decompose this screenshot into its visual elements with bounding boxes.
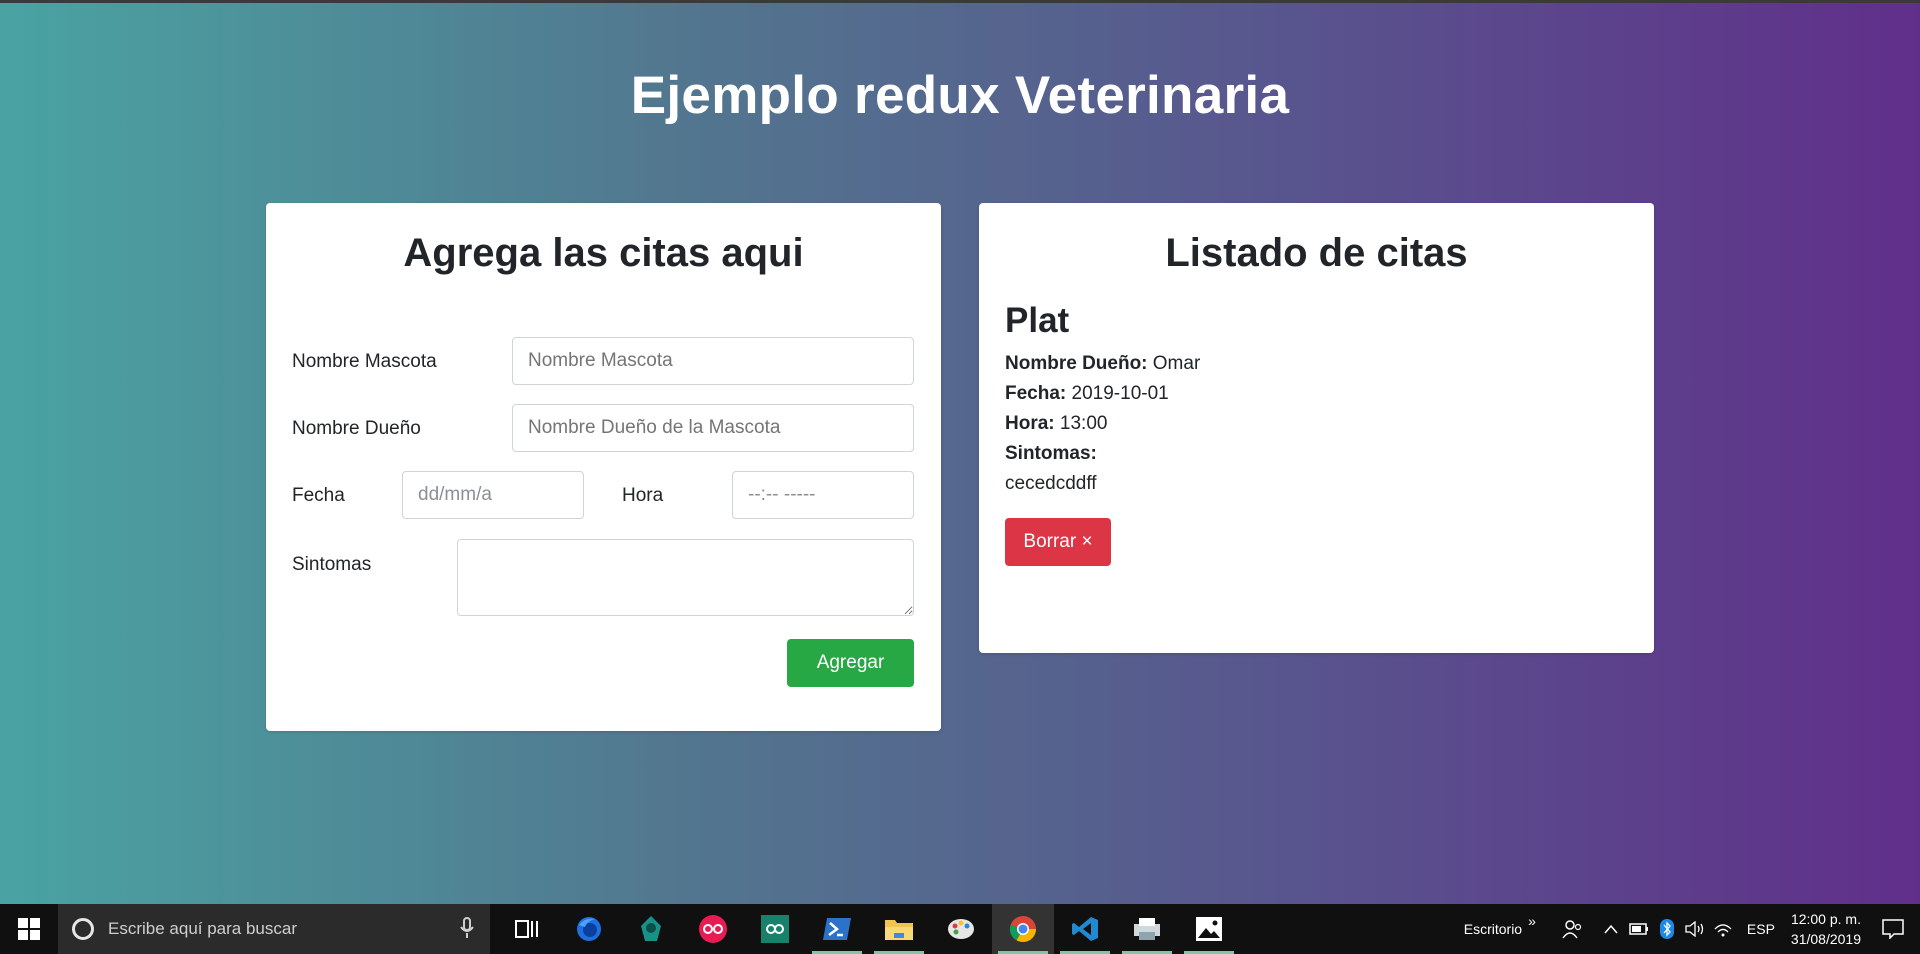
time-label: Hora: [622, 485, 664, 506]
toolbar-chevron-icon[interactable]: »: [1528, 913, 1536, 929]
appointment-symptoms-row: Sintomas:: [1005, 443, 1097, 465]
owner-name-label: Nombre Dueño: [292, 418, 421, 439]
taskbar-apps: [496, 904, 1240, 954]
taskbar: Escribe aquí para buscar Escritorio » ES…: [0, 904, 1920, 954]
photos-icon: [1196, 917, 1222, 941]
page: Ejemplo redux Veterinaria Agrega las cit…: [0, 3, 1920, 904]
misc-app[interactable]: [1116, 904, 1178, 954]
photos-app[interactable]: [1178, 904, 1240, 954]
time-value: 13:00: [1059, 413, 1108, 434]
appointment-list-card: Listado de citas Plat Nombre Dueño: Omar…: [979, 203, 1654, 653]
appointment-pet-name: Plat: [1005, 301, 1070, 340]
search-placeholder: Escribe aquí para buscar: [108, 919, 297, 938]
date-value: 2019-10-01: [1071, 383, 1169, 404]
firefox-icon: [577, 917, 601, 941]
gitkraken-icon: [641, 916, 661, 941]
wifi-icon[interactable]: [1712, 921, 1734, 937]
owner-key: Nombre Dueño:: [1005, 353, 1148, 374]
firefox-app[interactable]: [558, 904, 620, 954]
app-title: Ejemplo redux Veterinaria: [630, 66, 1290, 125]
appointment-date-row: Fecha: 2019-10-01: [1005, 383, 1169, 405]
owner-name-input[interactable]: [512, 404, 914, 452]
appointment-time-row: Hora: 13:00: [1005, 413, 1107, 435]
desktop-toolbar-label[interactable]: Escritorio: [1464, 921, 1522, 937]
vscode-app[interactable]: [1054, 904, 1116, 954]
gitkraken-app[interactable]: [620, 904, 682, 954]
time-input[interactable]: --:-- -----: [732, 471, 914, 519]
language-indicator[interactable]: ESP: [1747, 921, 1775, 937]
owner-value: Omar: [1152, 353, 1201, 374]
start-button[interactable]: [0, 904, 58, 954]
taskbar-search-box[interactable]: Escribe aquí para buscar: [58, 904, 490, 954]
time-key: Hora:: [1005, 413, 1055, 434]
flickr-icon: [699, 915, 727, 943]
clock-date: 31/08/2019: [1790, 931, 1861, 947]
paint-app[interactable]: [930, 904, 992, 954]
task-view-button[interactable]: [496, 904, 558, 954]
cortana-icon: [72, 918, 94, 940]
volume-icon[interactable]: [1684, 921, 1706, 937]
pet-name-input[interactable]: [512, 337, 914, 385]
chrome-app[interactable]: [992, 904, 1054, 954]
file-explorer-app[interactable]: [868, 904, 930, 954]
powershell-app[interactable]: [806, 904, 868, 954]
notifications-icon[interactable]: [1878, 919, 1908, 939]
date-label: Fecha: [292, 485, 345, 506]
list-title: Listado de citas: [1165, 231, 1468, 275]
show-hidden-icons-chevron-icon[interactable]: [1600, 924, 1622, 934]
windows-logo-icon: [18, 918, 40, 940]
flickr-app[interactable]: [682, 904, 744, 954]
date-key: Fecha:: [1005, 383, 1067, 404]
add-appointment-button[interactable]: Agregar: [787, 639, 914, 687]
appointment-owner-row: Nombre Dueño: Omar: [1005, 353, 1200, 375]
symptoms-label: Sintomas: [292, 554, 372, 575]
arduino-app[interactable]: [744, 904, 806, 954]
date-input[interactable]: dd/mm/a: [402, 471, 584, 519]
folder-icon: [885, 920, 913, 940]
pet-name-label: Nombre Mascota: [292, 351, 437, 372]
form-title: Agrega las citas aqui: [403, 231, 804, 275]
paint-palette-icon: [948, 919, 974, 939]
system-tray: Escritorio » ESP 12:00 p. m. 31/08/2019: [1464, 904, 1920, 954]
symptoms-key: Sintomas:: [1005, 443, 1097, 464]
symptoms-textarea[interactable]: [457, 539, 914, 616]
bluetooth-icon[interactable]: [1656, 919, 1678, 939]
powershell-icon: [823, 918, 851, 940]
delete-appointment-button[interactable]: Borrar ×: [1005, 518, 1111, 566]
clock[interactable]: 12:00 p. m. 31/08/2019: [1791, 909, 1861, 949]
microphone-icon[interactable]: [460, 917, 474, 939]
arduino-icon: [761, 915, 789, 943]
clock-time: 12:00 p. m.: [1790, 911, 1861, 927]
chrome-icon: [1009, 916, 1037, 943]
printer-icon: [1134, 918, 1160, 940]
appointment-form-card: Agrega las citas aqui Nombre Mascota Nom…: [266, 203, 941, 731]
task-view-icon: [515, 920, 538, 938]
battery-icon[interactable]: [1628, 923, 1650, 935]
people-icon[interactable]: [1561, 919, 1583, 939]
symptoms-value: cecedcddff: [1005, 473, 1097, 494]
vscode-icon: [1072, 917, 1098, 941]
